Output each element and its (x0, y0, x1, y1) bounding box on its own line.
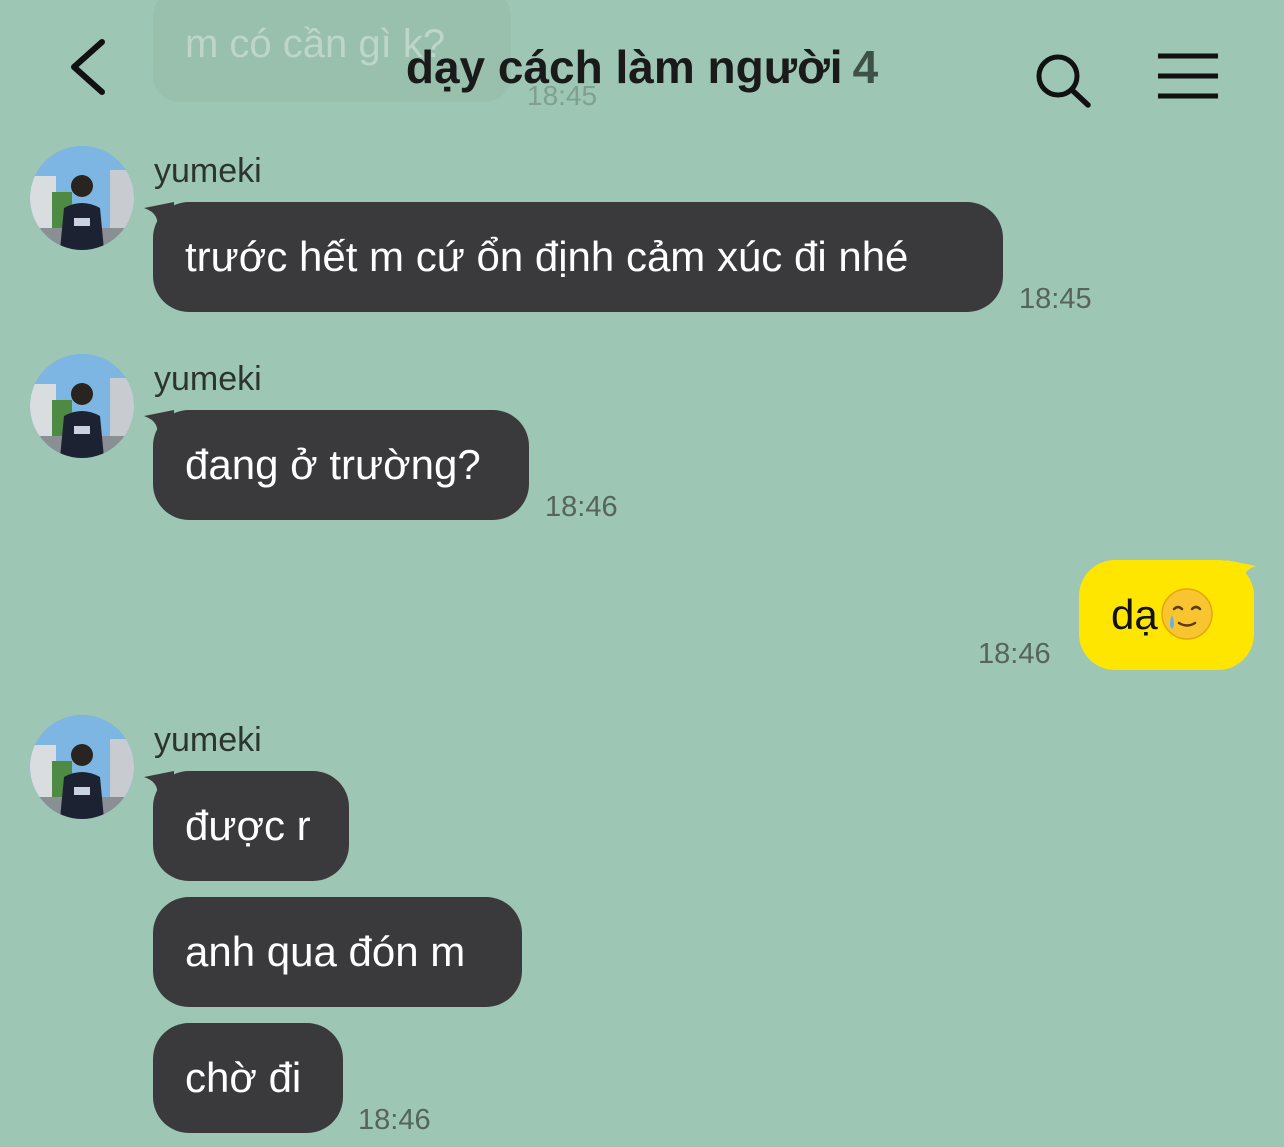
incoming-message-bubble[interactable]: anh qua đón m (153, 897, 522, 1007)
menu-button[interactable] (1152, 50, 1224, 102)
avatar-image (30, 715, 134, 819)
message-text: chờ đi (185, 1054, 302, 1101)
outgoing-message-bubble[interactable]: dạ (1079, 560, 1254, 670)
sender-name: yumeki (154, 360, 262, 398)
chat-title-text: dạy cách làm người (405, 41, 843, 93)
avatar[interactable] (30, 715, 134, 819)
incoming-message-bubble[interactable]: được r (153, 771, 349, 881)
incoming-message-bubble[interactable]: chờ đi (153, 1023, 343, 1133)
avatar-image (30, 354, 134, 458)
avatar-image (30, 146, 134, 250)
message-time: 18:45 (1019, 283, 1092, 315)
message-time: 18:46 (978, 638, 1051, 670)
message-text: anh qua đón m (185, 928, 466, 975)
sender-name: yumeki (154, 721, 262, 759)
avatar[interactable] (30, 146, 134, 250)
hamburger-menu-icon (1158, 53, 1218, 99)
crying-smile-emoji-icon (1160, 588, 1213, 640)
message-text: đang ở trường? (185, 441, 481, 488)
message-time: 18:46 (358, 1104, 431, 1136)
incoming-message-bubble[interactable]: trước hết m cứ ổn định cảm xúc đi nhé (153, 202, 1003, 312)
search-icon (1036, 54, 1091, 108)
avatar[interactable] (30, 354, 134, 458)
incoming-message-bubble[interactable]: đang ở trường? (153, 410, 529, 520)
message-text: trước hết m cứ ổn định cảm xúc đi nhé (185, 233, 909, 280)
message-text: dạ (1111, 591, 1158, 638)
member-count: 4 (852, 41, 879, 93)
sender-name: yumeki (154, 152, 262, 190)
message-text: được r (185, 802, 311, 849)
search-button[interactable] (1030, 50, 1096, 110)
message-time: 18:46 (545, 491, 618, 523)
